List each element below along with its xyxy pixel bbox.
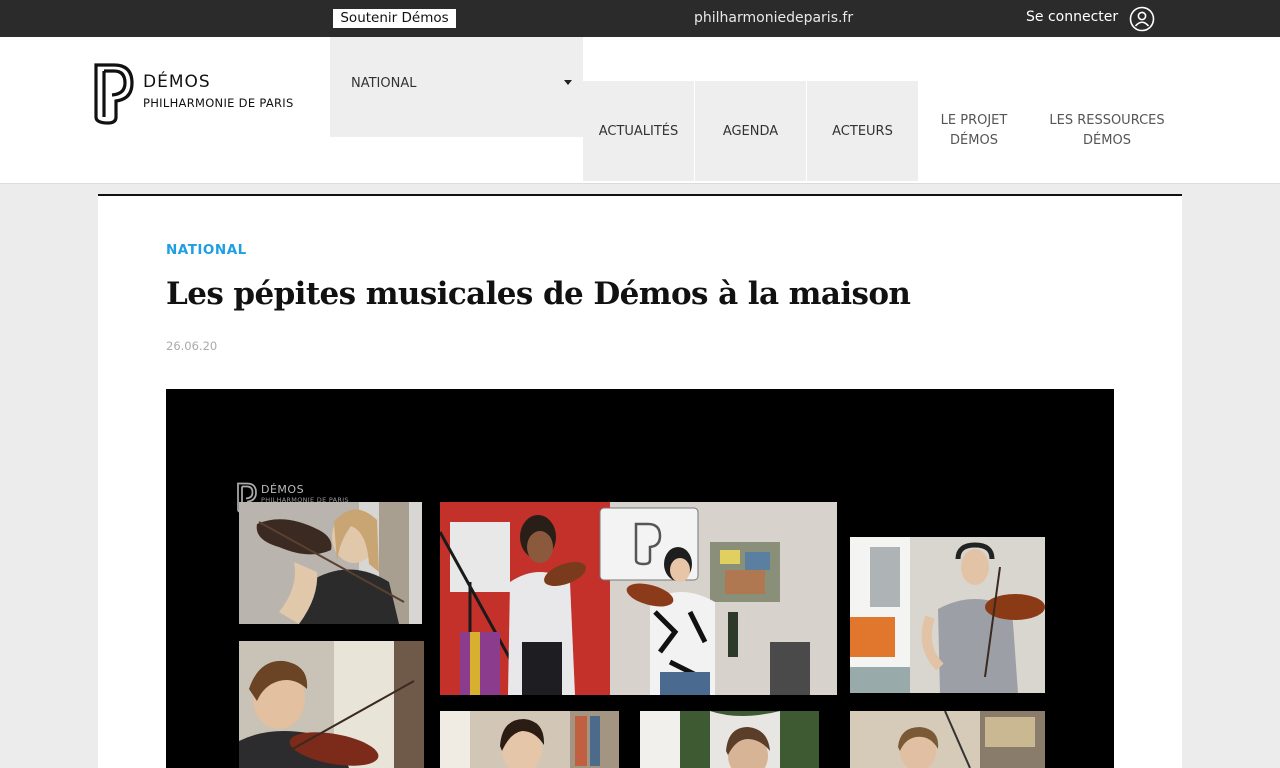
video-tile-violinist-3 bbox=[239, 641, 424, 768]
article-title: Les pépites musicales de Démos à la mais… bbox=[166, 276, 911, 312]
caret-down-icon bbox=[564, 80, 572, 85]
philharmonie-site-link[interactable]: philharmoniedeparis.fr bbox=[694, 9, 853, 28]
support-demos-button[interactable]: Soutenir Démos bbox=[333, 9, 456, 28]
nav-agenda[interactable]: AGENDA bbox=[695, 81, 806, 181]
region-dropdown[interactable]: NATIONAL bbox=[330, 37, 583, 137]
nav-le-projet-demos[interactable]: LE PROJET DÉMOS bbox=[934, 81, 1014, 181]
article-category[interactable]: NATIONAL bbox=[166, 242, 247, 258]
video-watermark-title: DÉMOS bbox=[261, 483, 305, 496]
video-player[interactable]: DÉMOS PHILHARMONIE DE PARIS bbox=[166, 389, 1114, 768]
nav-acteurs[interactable]: ACTEURS bbox=[807, 81, 918, 181]
region-dropdown-label: NATIONAL bbox=[351, 76, 417, 91]
demos-logo[interactable] bbox=[92, 63, 136, 125]
video-tile-violinist-5 bbox=[640, 711, 819, 768]
top-bar: Soutenir Démos philharmoniedeparis.fr Se… bbox=[0, 0, 1280, 37]
video-tile-violinist-2 bbox=[850, 537, 1045, 693]
video-tile-group bbox=[440, 502, 837, 695]
login-link[interactable]: Se connecter bbox=[1026, 8, 1118, 27]
video-tile-violinist-6 bbox=[850, 711, 1045, 768]
logo-subtitle: PHILHARMONIE DE PARIS bbox=[143, 96, 294, 110]
article-date: 26.06.20 bbox=[166, 339, 218, 353]
user-circle-icon[interactable] bbox=[1129, 6, 1155, 32]
video-tile-violinist-4 bbox=[440, 711, 619, 768]
video-tile-violinist-1 bbox=[239, 502, 422, 624]
logo-title[interactable]: DÉMOS bbox=[143, 72, 211, 92]
nav-actualites[interactable]: ACTUALITÉS bbox=[583, 81, 694, 181]
nav-les-ressources-demos[interactable]: LES RESSOURCES DÉMOS bbox=[1040, 81, 1174, 181]
